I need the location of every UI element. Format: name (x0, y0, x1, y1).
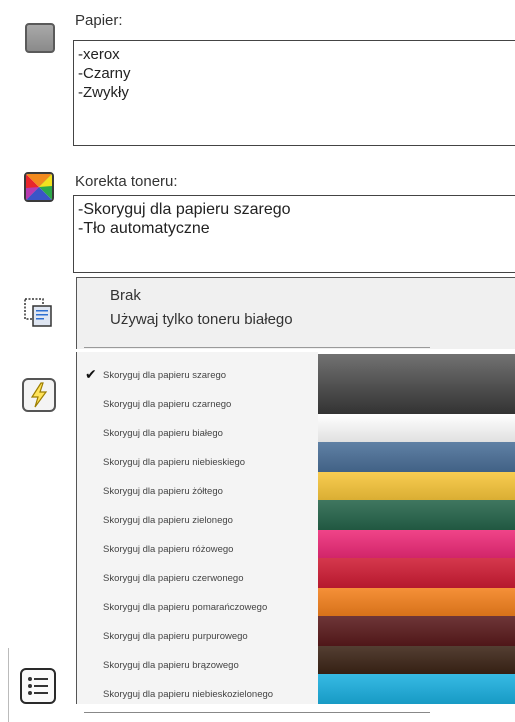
dropdown-option-none[interactable]: Brak (110, 287, 141, 304)
list-item[interactable]: Skoryguj dla papieru purpurowego (103, 631, 248, 642)
swatch-purple (318, 616, 515, 646)
swatch-pink (318, 530, 515, 558)
dropdown-separator (84, 347, 430, 348)
list-item[interactable]: Skoryguj dla papieru zielonego (103, 515, 233, 526)
list-item[interactable]: Skoryguj dla papieru brązowego (103, 660, 239, 671)
toner-textbox[interactable]: -Skoryguj dla papieru szarego -Tło autom… (73, 195, 515, 273)
lightning-icon[interactable] (22, 378, 56, 412)
swatch-gray (318, 354, 515, 384)
paper-line: -Czarny (78, 65, 131, 82)
paper-label: Papier: (75, 12, 123, 29)
copy-pages-icon[interactable] (22, 296, 56, 330)
paper-textbox[interactable]: -xerox -Czarny -Zwykły (73, 40, 515, 146)
toner-color-icon (24, 172, 54, 202)
toner-dropdown-header: Brak Używaj tylko toneru białego (76, 277, 515, 349)
checkmark-icon: ✔ (85, 366, 97, 382)
dropdown-option-white-toner[interactable]: Używaj tylko toneru białego (110, 311, 293, 328)
swatch-teal (318, 674, 515, 704)
paper-line: -Zwykły (78, 84, 129, 101)
toner-label: Korekta toneru: (75, 173, 178, 190)
swatch-red (318, 558, 515, 588)
swatch-orange (318, 588, 515, 616)
list-item[interactable]: Skoryguj dla papieru niebieskozielonego (103, 689, 273, 700)
list-item[interactable]: Skoryguj dla papieru żółtego (103, 486, 223, 497)
swatch-blue (318, 442, 515, 472)
swatch-white (318, 414, 515, 442)
paper-line: -xerox (78, 46, 120, 63)
swatch-black (318, 384, 515, 414)
paper-swatches (318, 354, 515, 704)
list-item[interactable]: Skoryguj dla papieru niebieskiego (103, 457, 245, 468)
list-item[interactable]: Skoryguj dla papieru białego (103, 428, 223, 439)
bottom-separator (84, 712, 430, 713)
list-settings-icon[interactable] (20, 668, 56, 704)
list-item[interactable]: Skoryguj dla papieru pomarańczowego (103, 602, 267, 613)
left-divider (8, 648, 9, 722)
swatch-green (318, 500, 515, 530)
list-item[interactable]: Skoryguj dla papieru szarego (103, 370, 226, 381)
list-item[interactable]: Skoryguj dla papieru czerwonego (103, 573, 243, 584)
paper-gray-icon (25, 23, 55, 53)
toner-line: -Tło automatyczne (78, 220, 210, 237)
correction-list: ✔ Skoryguj dla papieru szarego Skoryguj … (76, 352, 318, 704)
list-item[interactable]: Skoryguj dla papieru różowego (103, 544, 233, 555)
list-item[interactable]: Skoryguj dla papieru czarnego (103, 399, 231, 410)
swatch-brown (318, 646, 515, 674)
toner-line: -Skoryguj dla papieru szarego (78, 201, 291, 218)
swatch-yellow (318, 472, 515, 500)
